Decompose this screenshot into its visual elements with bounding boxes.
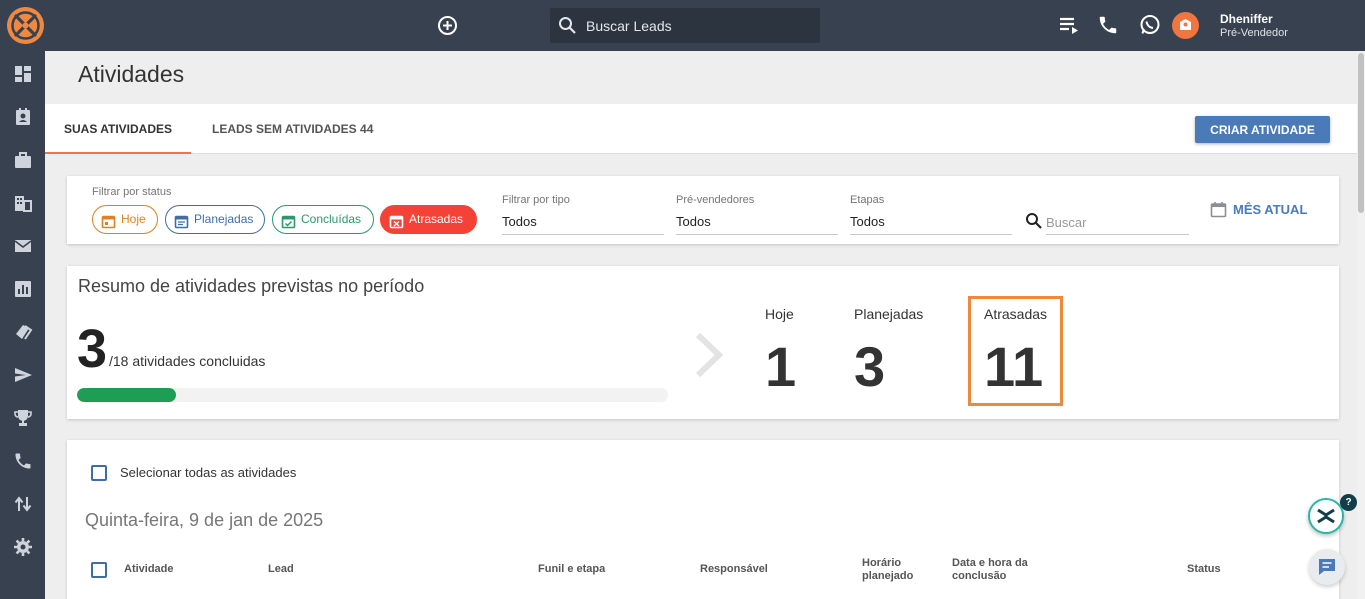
- dashboard-icon[interactable]: [13, 64, 33, 84]
- lead-search-input[interactable]: [586, 8, 811, 43]
- briefcase-icon[interactable]: [13, 150, 33, 170]
- progress-bar: [77, 388, 668, 402]
- stat-planejadas-label: Planejadas: [854, 306, 924, 322]
- swap-icon[interactable]: [13, 494, 33, 514]
- type-filter-select[interactable]: Todos: [502, 210, 664, 235]
- column-horario-line2: planejado: [862, 570, 914, 582]
- type-filter-label: Filtrar por tipo: [502, 194, 570, 206]
- tabs-bar: SUAS ATIVIDADES LEADS SEM ATIVIDADES 44 …: [45, 104, 1357, 154]
- help-question-icon: ?: [1340, 494, 1357, 511]
- column-responsavel[interactable]: Responsável: [700, 563, 768, 576]
- create-activity-button[interactable]: CRIAR ATIVIDADE: [1195, 116, 1330, 143]
- chevron-right-icon: [694, 332, 724, 383]
- column-funil[interactable]: Funil e etapa: [538, 563, 605, 576]
- calendar-list-icon: [174, 212, 189, 229]
- stat-atrasadas-value: 11: [984, 335, 1044, 398]
- stat-hoje[interactable]: Hoje 1: [765, 306, 796, 399]
- column-status[interactable]: Status: [1187, 563, 1221, 576]
- search-icon: [1025, 212, 1043, 235]
- settings-icon[interactable]: [13, 537, 33, 557]
- scrollbar-thumb[interactable]: [1358, 53, 1364, 213]
- tags-icon[interactable]: [13, 322, 33, 342]
- calendar-x-icon: [389, 212, 404, 229]
- activity-search-input[interactable]: [1046, 211, 1189, 235]
- trophy-icon[interactable]: [13, 408, 33, 428]
- page-title: Atividades: [78, 61, 185, 87]
- help-widget-button[interactable]: ?: [1308, 494, 1357, 534]
- calendar-today-icon: [101, 212, 116, 229]
- current-month-button[interactable]: MÊS ATUAL: [1210, 202, 1308, 218]
- chip-atrasadas-label: Atrasadas: [409, 212, 464, 226]
- column-data-conclusao[interactable]: Data e hora da conclusão: [952, 557, 1028, 583]
- stat-hoje-label: Hoje: [765, 306, 794, 322]
- header-checkbox[interactable]: [91, 562, 107, 578]
- summary-card: Resumo de atividades previstas no períod…: [67, 266, 1339, 419]
- chip-planejadas[interactable]: Planejadas: [165, 205, 265, 234]
- completed-count: 3: [77, 319, 108, 379]
- status-filter-label: Filtrar por status: [92, 186, 172, 198]
- column-horario-line1: Horário: [862, 557, 902, 569]
- user-name[interactable]: Dheniffer: [1220, 12, 1273, 26]
- calendar-check-icon: [281, 212, 296, 229]
- add-circle-icon[interactable]: [437, 15, 458, 36]
- chip-concluidas[interactable]: Concluídas: [272, 205, 374, 234]
- lead-search[interactable]: [550, 8, 820, 43]
- stat-atrasadas[interactable]: Atrasadas 11: [984, 306, 1047, 399]
- search-icon: [558, 16, 577, 40]
- presales-filter-label: Pré-vendedores: [676, 194, 755, 206]
- tab-leads-sem-atividades[interactable]: LEADS SEM ATIVIDADES 44: [212, 104, 373, 154]
- phone-icon[interactable]: [1097, 14, 1119, 36]
- column-data-line1: Data e hora da: [952, 557, 1028, 569]
- stat-planejadas-value: 3: [854, 335, 886, 398]
- chip-planejadas-label: Planejadas: [194, 212, 254, 226]
- progress-fill: [77, 388, 176, 402]
- chat-button[interactable]: [1309, 549, 1345, 585]
- avatar[interactable]: [1172, 12, 1199, 39]
- column-data-line2: conclusão: [952, 570, 1007, 582]
- top-bar: Dheniffer Pré-Vendedor: [0, 0, 1365, 51]
- summary-title: Resumo de atividades previstas no períod…: [78, 276, 425, 296]
- chip-hoje-label: Hoje: [121, 212, 146, 226]
- column-lead[interactable]: Lead: [268, 563, 294, 576]
- stages-filter-select[interactable]: Todos: [850, 210, 1012, 235]
- filter-card: Filtrar por status Hoje Planejadas Concl…: [67, 176, 1339, 244]
- stat-hoje-value: 1: [765, 335, 797, 398]
- completed-total-text: /18 atividades concluidas: [109, 353, 266, 369]
- page-scrollbar[interactable]: [1357, 51, 1365, 599]
- mail-icon[interactable]: [13, 236, 33, 256]
- calendar-icon: [1210, 201, 1227, 221]
- presales-filter-select[interactable]: Todos: [676, 210, 838, 235]
- queue-list-icon[interactable]: [1058, 14, 1080, 36]
- column-horario[interactable]: Horário planejado: [862, 557, 913, 583]
- building-icon[interactable]: [13, 193, 33, 213]
- send-icon[interactable]: [13, 365, 33, 385]
- sidebar: [0, 51, 45, 599]
- stages-filter-label: Etapas: [850, 194, 885, 206]
- activities-list-card: Selecionar todas as atividades Quinta-fe…: [67, 440, 1339, 599]
- tab-suas-atividades[interactable]: SUAS ATIVIDADES: [45, 104, 191, 154]
- whatsapp-icon[interactable]: [1139, 14, 1161, 36]
- column-atividade[interactable]: Atividade: [124, 563, 174, 576]
- chip-concluidas-label: Concluídas: [301, 212, 362, 226]
- current-month-label: MÊS ATUAL: [1233, 202, 1308, 217]
- app-logo[interactable]: [7, 7, 44, 44]
- chip-atrasadas[interactable]: Atrasadas: [380, 205, 477, 234]
- stat-atrasadas-label: Atrasadas: [984, 306, 1048, 322]
- chart-icon[interactable]: [13, 279, 33, 299]
- date-heading: Quinta-feira, 9 de jan de 2025: [85, 510, 324, 530]
- stat-planejadas[interactable]: Planejadas 3: [854, 306, 923, 399]
- select-all-checkbox[interactable]: [91, 465, 107, 481]
- phone-icon[interactable]: [13, 451, 33, 471]
- select-all-label[interactable]: Selecionar todas as atividades: [120, 465, 296, 480]
- chip-hoje[interactable]: Hoje: [92, 205, 158, 234]
- user-role: Pré-Vendedor: [1220, 27, 1288, 39]
- contacts-icon[interactable]: [13, 107, 33, 127]
